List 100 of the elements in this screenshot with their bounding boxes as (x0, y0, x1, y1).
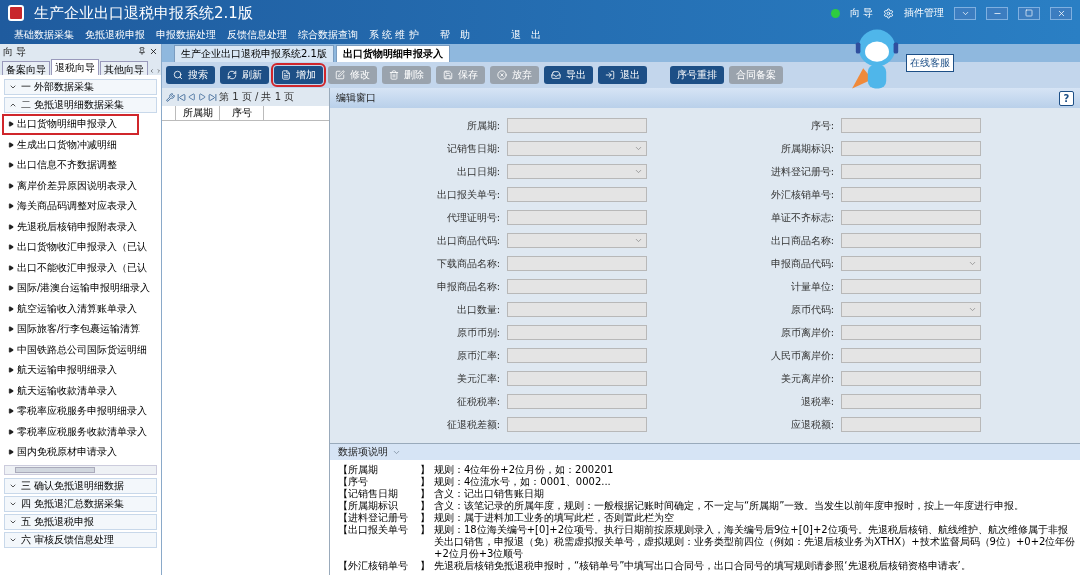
tree-item[interactable]: 出口货物明细申报录入 (2, 114, 139, 135)
tree-item[interactable]: 中国铁路总公司国际货运明细 (2, 339, 159, 360)
tree-item[interactable]: 国际/港澳台运输申报明细录入 (2, 278, 159, 299)
plugin-link[interactable]: 插件管理 (904, 6, 944, 20)
tree-item[interactable]: 出口不能收汇申报录入（已认 (2, 257, 159, 278)
toolbar-button[interactable]: 序号重排 (670, 66, 724, 84)
input-field[interactable] (507, 348, 647, 363)
dropdown-field[interactable] (507, 233, 647, 248)
menu-item[interactable]: 退 出 (511, 28, 582, 42)
tree-item[interactable]: 零税率应税服务申报明细录入 (2, 401, 159, 422)
input-field[interactable] (841, 348, 981, 363)
menu-item[interactable]: 反馈信息处理 (227, 28, 298, 42)
field-label: 原币汇率: (456, 348, 500, 363)
online-service-badge[interactable]: 在线客服 (906, 54, 954, 72)
field-label: 外汇核销单号: (770, 187, 834, 202)
tree-group[interactable]: 一 外部数据采集 (4, 79, 157, 95)
input-field[interactable] (841, 394, 981, 409)
arrow-icon (8, 223, 14, 230)
tree-item[interactable]: 先退税后核销申报附表录入 (2, 216, 159, 237)
next-icon[interactable] (198, 93, 206, 101)
tree-item[interactable]: 航空运输收入清算账单录入 (2, 298, 159, 319)
scroll-left-icon[interactable] (149, 67, 155, 75)
document-tab[interactable]: 生产企业出口退税申报系统2.1版 (174, 45, 334, 62)
tree-item[interactable]: 零税率应税服务收款清单录入 (2, 421, 159, 442)
arrow-icon (8, 367, 14, 374)
first-page-icon[interactable] (177, 92, 186, 102)
dropdown-field[interactable] (841, 256, 981, 271)
input-field[interactable] (507, 256, 647, 271)
menu-item[interactable]: 免抵退税申报 (85, 28, 156, 42)
previous-icon[interactable] (188, 93, 196, 101)
tree-item[interactable]: 出口信息不齐数据调整 (2, 155, 159, 176)
input-field[interactable] (841, 279, 981, 294)
field-label: 出口商品名称: (770, 233, 834, 248)
input-field[interactable] (841, 417, 981, 432)
input-field[interactable] (507, 302, 647, 317)
minimize-button[interactable] (986, 6, 1008, 20)
scroll-right-icon[interactable] (155, 67, 161, 75)
restore-button[interactable] (1018, 6, 1040, 20)
wrench-icon[interactable] (166, 92, 175, 102)
input-field[interactable] (507, 325, 647, 340)
input-field[interactable] (507, 394, 647, 409)
dropdown-field[interactable] (507, 164, 647, 179)
tree-item[interactable]: 海关商品码调整对应表录入 (2, 196, 159, 217)
last-page-icon[interactable] (208, 92, 217, 102)
input-field[interactable] (507, 210, 647, 225)
note-text: 含义：记出口销售账日期 (434, 488, 545, 500)
tree-item[interactable]: 生成出口货物冲减明细 (2, 134, 159, 155)
tree-item[interactable]: 出口货物收汇申报录入（已认 (2, 237, 159, 258)
menu-item[interactable]: 系 统 维 护 (369, 28, 440, 42)
input-field[interactable] (841, 141, 981, 156)
close-icon[interactable] (149, 47, 158, 56)
input-field[interactable] (507, 371, 647, 386)
tree-item[interactable]: 航天运输收款清单录入 (2, 380, 159, 401)
tree-item[interactable]: 离岸价差异原因说明表录入 (2, 175, 159, 196)
note-text: 含义：该笔记录的所属年度，规则：一般根据记账时间确定，不一定与“所属期”一致。当发生以前年度申报时，按上一年度进行申报。 (434, 500, 1026, 512)
close-button[interactable] (1050, 6, 1072, 20)
document-tab[interactable]: 出口货物明细申报录入 (335, 45, 450, 62)
menu-item[interactable]: 申报数据处理 (156, 28, 227, 42)
menu-item[interactable]: 基础数据采集 (14, 28, 85, 42)
dropdown-button[interactable] (954, 6, 976, 20)
field-label: 征税税率: (456, 394, 500, 409)
menu-item[interactable]: 综合数据查询 (298, 28, 369, 42)
tree-item[interactable]: 国际旅客/行李包裹运输清算 (2, 319, 159, 340)
tree-group[interactable]: 二 免抵退明细数据采集 (4, 97, 157, 113)
input-field[interactable] (507, 279, 647, 294)
input-field[interactable] (841, 164, 981, 179)
tree-group[interactable]: 四 免抵退汇总数据采集 (4, 495, 157, 512)
input-field[interactable] (841, 233, 981, 248)
panel-title: 数据项说明 (338, 445, 388, 459)
toolbar-button[interactable]: 搜索 (166, 66, 215, 84)
input-field[interactable] (507, 417, 647, 432)
sidebar-tab[interactable]: 退税向导 (51, 59, 99, 75)
input-field[interactable] (841, 210, 981, 225)
toolbar-button[interactable]: 刷新 (220, 66, 269, 84)
bracket-mark: 】 (420, 500, 431, 512)
toolbar-button[interactable]: 增加 (274, 66, 323, 84)
tree-group[interactable]: 五 免抵退税申报 (4, 513, 157, 530)
dropdown-field[interactable] (507, 141, 647, 156)
tree-item[interactable]: 航天运输申报明细录入 (2, 360, 159, 381)
pin-icon[interactable] (138, 47, 146, 55)
dropdown-field[interactable] (841, 302, 981, 317)
input-field[interactable] (841, 187, 981, 202)
help-button[interactable]: ? (1059, 90, 1074, 106)
menu-item[interactable]: 帮 助 (440, 28, 511, 42)
sidebar-tab[interactable]: 其他向导 (100, 61, 148, 75)
input-field[interactable] (841, 325, 981, 340)
arrow-icon (8, 162, 14, 169)
toolbar-button[interactable]: 导出 (544, 66, 593, 84)
settings-icon[interactable] (883, 7, 894, 19)
tree-group[interactable]: 六 审核反馈信息处理 (4, 531, 157, 548)
collapse-icon (9, 101, 17, 109)
input-field[interactable] (841, 118, 981, 133)
sidebar-tab[interactable]: 备案向导 (2, 61, 50, 75)
input-field[interactable] (507, 118, 647, 133)
input-field[interactable] (841, 371, 981, 386)
tree-group[interactable]: 三 确认免抵退明细数据 (4, 477, 157, 494)
input-field[interactable] (507, 187, 647, 202)
toolbar-button[interactable]: 退出 (598, 66, 647, 84)
guide-link[interactable]: 向 导 (849, 6, 873, 20)
tree-item[interactable]: 国内免税原材申请录入 (2, 442, 159, 463)
